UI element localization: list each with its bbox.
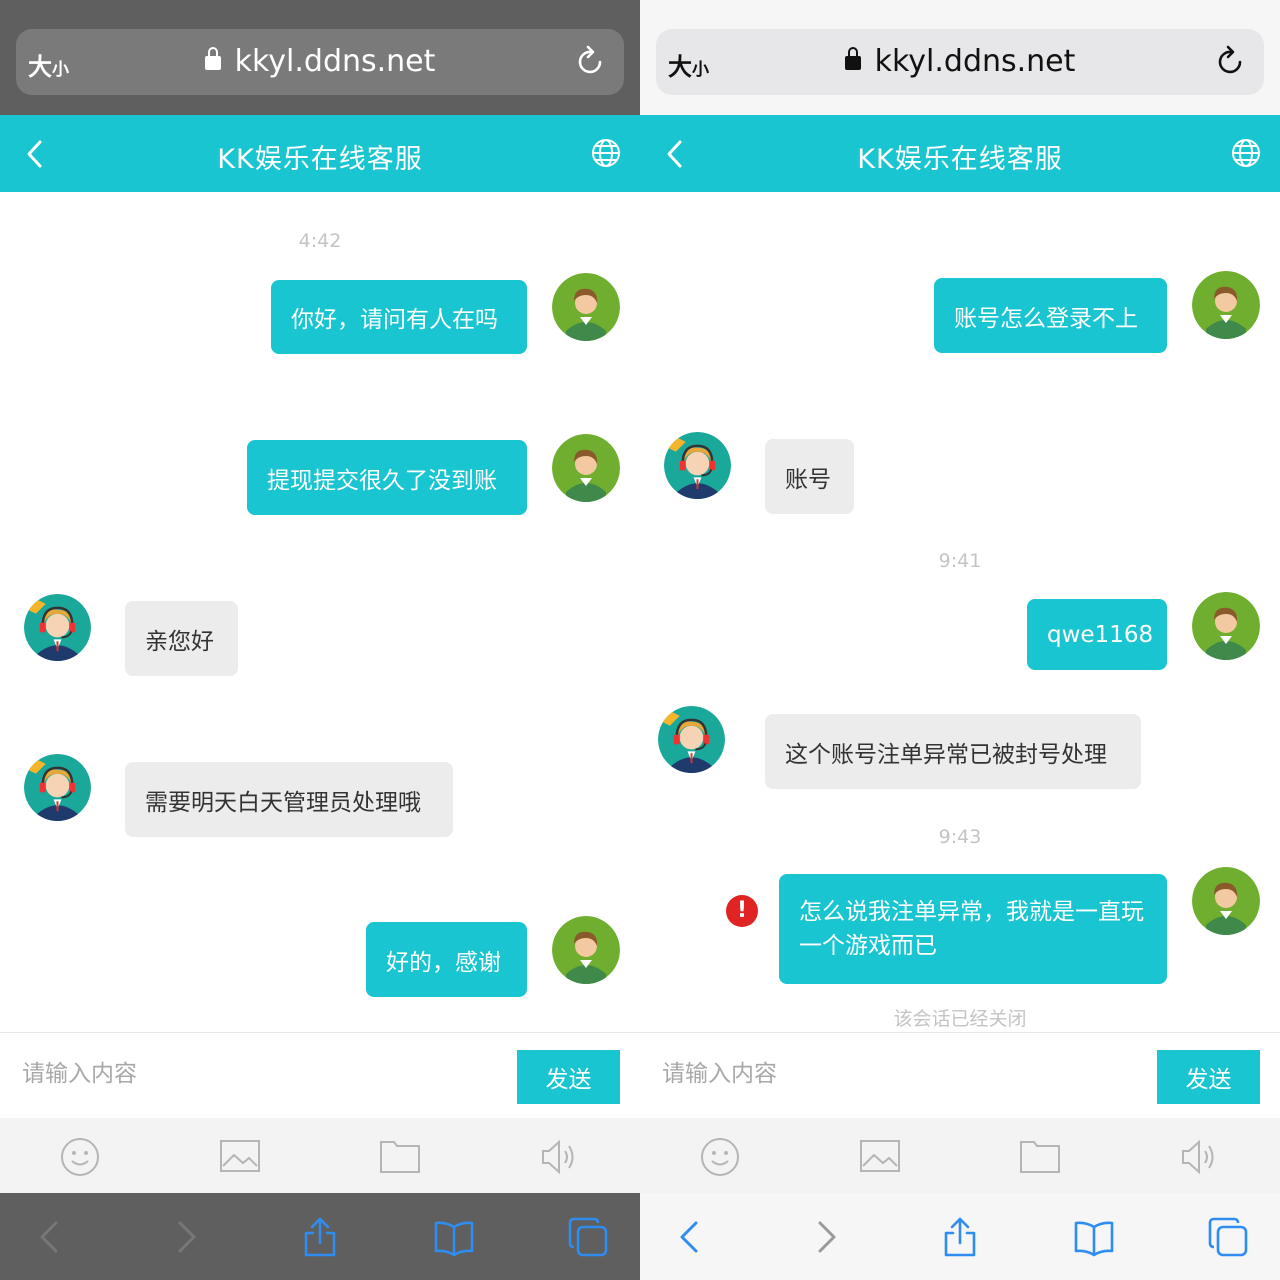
message-bubble-outgoing[interactable]: 提现提交很久了没到账 <box>247 440 527 515</box>
smiley-icon[interactable] <box>699 1136 741 1178</box>
message-bubble-incoming[interactable]: 这个账号注单异常已被封号处理 <box>765 714 1141 789</box>
message-bubble-outgoing[interactable]: 你好，请问有人在吗 <box>271 280 527 354</box>
image-icon[interactable] <box>219 1136 261 1178</box>
safari-toolbar <box>640 1193 1280 1280</box>
url-display[interactable]: kkyl.ddns.net <box>656 44 1264 79</box>
forward-icon[interactable] <box>166 1217 206 1257</box>
lock-icon <box>844 47 861 70</box>
safari-address-area: 大小 kkyl.ddns.net <box>0 0 640 115</box>
attachment-toolbar <box>0 1118 640 1193</box>
reload-icon[interactable] <box>576 45 606 79</box>
tabs-icon[interactable] <box>1208 1217 1248 1257</box>
forward-icon[interactable] <box>806 1217 846 1257</box>
safari-toolbar <box>0 1193 640 1280</box>
send-button[interactable]: 发送 <box>517 1050 620 1104</box>
folder-icon[interactable] <box>379 1136 421 1178</box>
back-icon[interactable] <box>30 1217 70 1257</box>
timestamp: 9:41 <box>938 550 982 572</box>
agent-avatar <box>24 594 91 661</box>
message-bubble-incoming[interactable]: 需要明天白天管理员处理哦 <box>125 762 453 837</box>
user-avatar <box>1192 592 1260 660</box>
speaker-icon[interactable] <box>1179 1136 1221 1178</box>
share-icon[interactable] <box>300 1217 340 1257</box>
lock-icon <box>204 47 221 70</box>
composer: 发送 <box>0 1032 640 1118</box>
agent-avatar <box>658 706 725 773</box>
address-bar[interactable]: 大小 kkyl.ddns.net <box>16 29 624 95</box>
timestamp: 4:42 <box>298 230 342 252</box>
chat-header: KK娱乐在线客服 <box>640 115 1280 192</box>
url-text: kkyl.ddns.net <box>874 44 1076 79</box>
message-bubble-outgoing[interactable]: qwe1168 <box>1027 599 1167 670</box>
send-button[interactable]: 发送 <box>1157 1050 1260 1104</box>
user-avatar <box>552 916 620 984</box>
back-icon[interactable] <box>670 1217 710 1257</box>
user-avatar <box>1192 867 1260 935</box>
message-list[interactable]: 账号怎么登录不上 账号 9:41 qwe1168 这个账号注单异常已被封号处理 … <box>640 192 1280 1032</box>
url-text: kkyl.ddns.net <box>234 44 436 79</box>
attachment-toolbar <box>640 1118 1280 1193</box>
address-bar[interactable]: 大小 kkyl.ddns.net <box>656 29 1264 95</box>
tabs-icon[interactable] <box>568 1217 608 1257</box>
message-bubble-outgoing[interactable]: 好的，感谢 <box>366 922 527 997</box>
page-title: KK娱乐在线客服 <box>857 144 1063 175</box>
folder-icon[interactable] <box>1019 1136 1061 1178</box>
send-failed-icon[interactable]: ! <box>726 895 758 927</box>
user-avatar <box>1192 271 1260 339</box>
reload-icon[interactable] <box>1216 45 1246 79</box>
timestamp: 9:43 <box>938 826 982 848</box>
message-bubble-outgoing[interactable]: 账号怎么登录不上 <box>934 278 1167 353</box>
speaker-icon[interactable] <box>539 1136 581 1178</box>
message-bubble-outgoing[interactable]: 怎么说我注单异常，我就是一直玩一个游戏而已 <box>779 874 1167 984</box>
message-input[interactable] <box>662 1061 1122 1087</box>
agent-avatar <box>664 432 731 499</box>
message-list[interactable]: 4:42 你好，请问有人在吗 提现提交很久了没到账 亲您好 需要明天白天管理员处… <box>0 192 640 1032</box>
page-title: KK娱乐在线客服 <box>217 144 423 175</box>
left-screenshot: 大小 kkyl.ddns.net KK娱乐在线客服 4:42 你好，请问有人在吗… <box>0 0 640 1280</box>
bookmarks-icon[interactable] <box>434 1217 474 1257</box>
user-avatar <box>552 434 620 502</box>
right-screenshot: 大小 kkyl.ddns.net KK娱乐在线客服 账号怎么登录不上 账号 9:… <box>640 0 1280 1280</box>
session-closed-notice: 该会话已经关闭 <box>893 1008 1027 1030</box>
share-icon[interactable] <box>940 1217 980 1257</box>
chat-header: KK娱乐在线客服 <box>0 115 640 192</box>
globe-icon[interactable] <box>590 137 622 169</box>
url-display[interactable]: kkyl.ddns.net <box>16 44 624 79</box>
composer: 发送 <box>640 1032 1280 1118</box>
smiley-icon[interactable] <box>59 1136 101 1178</box>
message-bubble-incoming[interactable]: 亲您好 <box>125 601 238 676</box>
user-avatar <box>552 273 620 341</box>
image-icon[interactable] <box>859 1136 901 1178</box>
globe-icon[interactable] <box>1230 137 1262 169</box>
bookmarks-icon[interactable] <box>1074 1217 1114 1257</box>
agent-avatar <box>24 754 91 821</box>
safari-address-area: 大小 kkyl.ddns.net <box>640 0 1280 115</box>
message-input[interactable] <box>22 1061 482 1087</box>
message-bubble-incoming[interactable]: 账号 <box>765 439 854 514</box>
